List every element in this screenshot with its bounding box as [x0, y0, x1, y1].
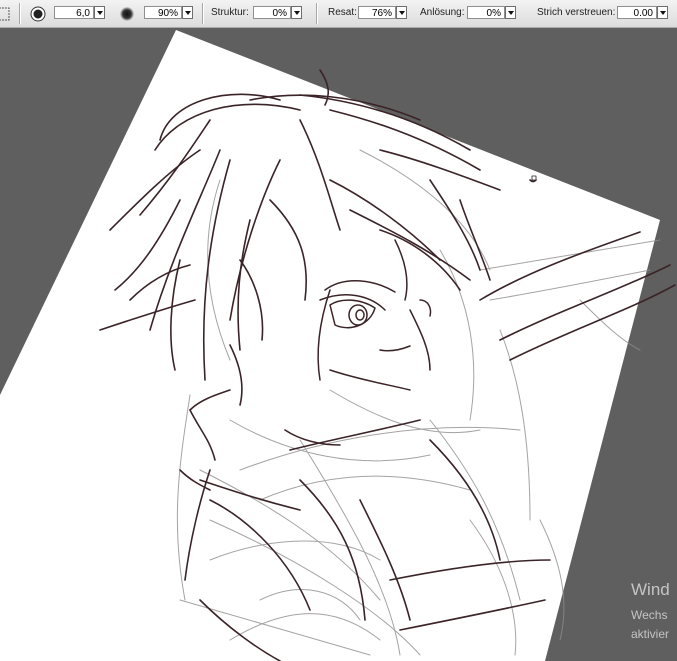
paper-sheet [0, 30, 660, 661]
sketch-artwork [0, 30, 676, 661]
structure-label: Struktur: [211, 7, 249, 18]
scatter-dropdown[interactable] [657, 6, 668, 19]
structure-field[interactable]: 0% [253, 6, 291, 19]
toolbar-separator [316, 3, 318, 24]
watermark-title: Wind [631, 580, 670, 599]
dissolve-dropdown[interactable] [505, 6, 516, 19]
brush-preset-icon[interactable] [0, 5, 12, 23]
brush-size-field[interactable]: 6,0 [54, 6, 94, 19]
toolbar-separator [202, 3, 204, 24]
cursor-marker [531, 175, 537, 181]
document-canvas[interactable]: Wind Wechs aktivier [0, 28, 677, 661]
resat-field[interactable]: 76% [358, 6, 396, 19]
options-toolbar: 6,0 90% Struktur: 0% Resat: 76% Anlösung… [0, 0, 677, 28]
brush-size-dropdown[interactable] [94, 6, 105, 19]
scatter-label: Strich verstreuen: [537, 7, 616, 18]
structure-dropdown[interactable] [291, 6, 302, 19]
dissolve-field[interactable]: 0% [467, 6, 505, 19]
resat-label: Resat: [328, 7, 357, 18]
watermark-line3: aktivier [631, 627, 670, 641]
opacity-dropdown[interactable] [182, 6, 193, 19]
hardness-icon [120, 7, 134, 21]
resat-dropdown[interactable] [396, 6, 407, 19]
toolbar-separator [19, 3, 21, 24]
dissolve-label: Anlösung: [420, 7, 465, 18]
watermark-line2: Wechs [631, 608, 668, 622]
opacity-field[interactable]: 90% [144, 6, 182, 19]
scatter-field[interactable]: 0.00 [617, 6, 657, 19]
brush-tip-icon[interactable] [29, 5, 47, 23]
